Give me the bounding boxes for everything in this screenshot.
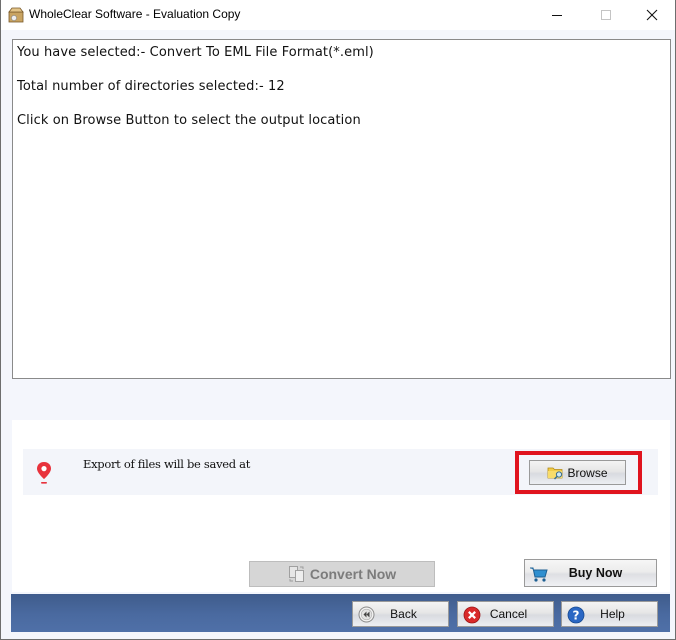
convert-now-label: Convert Now (309, 566, 397, 582)
instruction-text: Click on Browse Button to select the out… (17, 113, 361, 128)
title-bar: WholeClear Software - Evaluation Copy (1, 0, 675, 30)
buy-now-button[interactable]: Buy Now (524, 559, 657, 587)
output-log: You have selected:- Convert To EML File … (12, 39, 671, 379)
directory-count-text: Total number of directories selected:- 1… (17, 79, 285, 94)
back-label: Back (390, 607, 417, 621)
minimize-button[interactable] (534, 0, 580, 30)
back-icon (358, 606, 375, 623)
cancel-button[interactable]: Cancel (457, 601, 554, 627)
app-box-icon (8, 7, 24, 23)
convert-now-button[interactable]: Convert Now (249, 561, 435, 587)
browse-button-label: Browse (567, 465, 608, 480)
cancel-label: Cancel (489, 607, 528, 621)
convert-files-icon (288, 566, 304, 582)
close-icon (646, 9, 658, 21)
help-label: Help (600, 607, 625, 621)
maximize-button[interactable] (583, 0, 629, 30)
help-icon: ? (567, 606, 585, 624)
app-window: WholeClear Software - Evaluation Copy Yo… (0, 0, 676, 640)
browse-button[interactable]: Browse (529, 460, 626, 485)
selected-format-text: You have selected:- Convert To EML File … (17, 45, 374, 60)
window-title: WholeClear Software - Evaluation Copy (29, 7, 241, 21)
maximize-icon (601, 10, 611, 20)
export-location-label: Export of files will be saved at (83, 457, 251, 471)
buy-now-label: Buy Now (568, 566, 623, 580)
minimize-icon (552, 15, 562, 16)
help-button[interactable]: ? Help (561, 601, 658, 627)
cart-icon (530, 567, 548, 582)
close-button[interactable] (629, 0, 675, 30)
location-pin-icon (37, 462, 51, 484)
cancel-icon (463, 606, 481, 624)
svg-text:?: ? (573, 609, 580, 623)
back-button[interactable]: Back (352, 601, 449, 627)
folder-search-icon (548, 467, 563, 480)
